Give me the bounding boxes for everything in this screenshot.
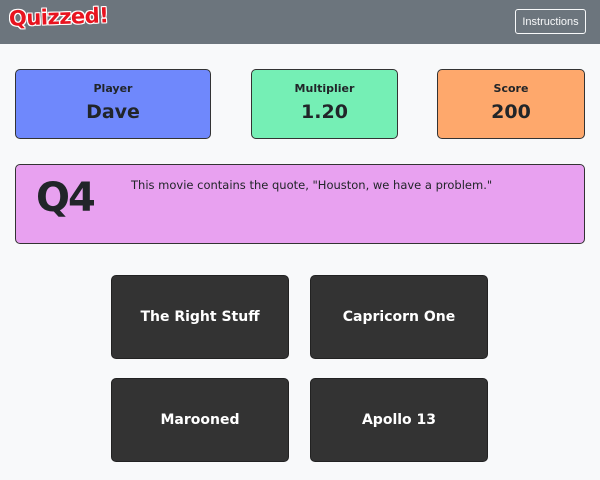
score-label: Score bbox=[493, 82, 529, 95]
player-card: Player Dave bbox=[15, 69, 211, 139]
answer-button-1[interactable]: The Right Stuff bbox=[111, 275, 289, 359]
player-label: Player bbox=[93, 82, 133, 95]
instructions-button[interactable]: Instructions bbox=[515, 9, 586, 34]
multiplier-card: Multiplier 1.20 bbox=[251, 69, 398, 139]
question-number: Q4 bbox=[36, 175, 96, 221]
answer-button-3[interactable]: Marooned bbox=[111, 378, 289, 462]
question-text: This movie contains the quote, "Houston,… bbox=[131, 178, 493, 192]
brand-logo[interactable]: Quizzed! bbox=[9, 3, 109, 30]
answer-button-2[interactable]: Capricorn One bbox=[310, 275, 488, 359]
score-card: Score 200 bbox=[437, 69, 585, 139]
score-value: 200 bbox=[491, 101, 531, 123]
multiplier-label: Multiplier bbox=[294, 82, 355, 95]
navbar: Quizzed! Instructions bbox=[0, 0, 600, 44]
answer-button-4[interactable]: Apollo 13 bbox=[310, 378, 488, 462]
question-box: Q4 This movie contains the quote, "Houst… bbox=[15, 164, 585, 244]
player-name: Dave bbox=[86, 101, 140, 123]
multiplier-value: 1.20 bbox=[301, 101, 348, 123]
